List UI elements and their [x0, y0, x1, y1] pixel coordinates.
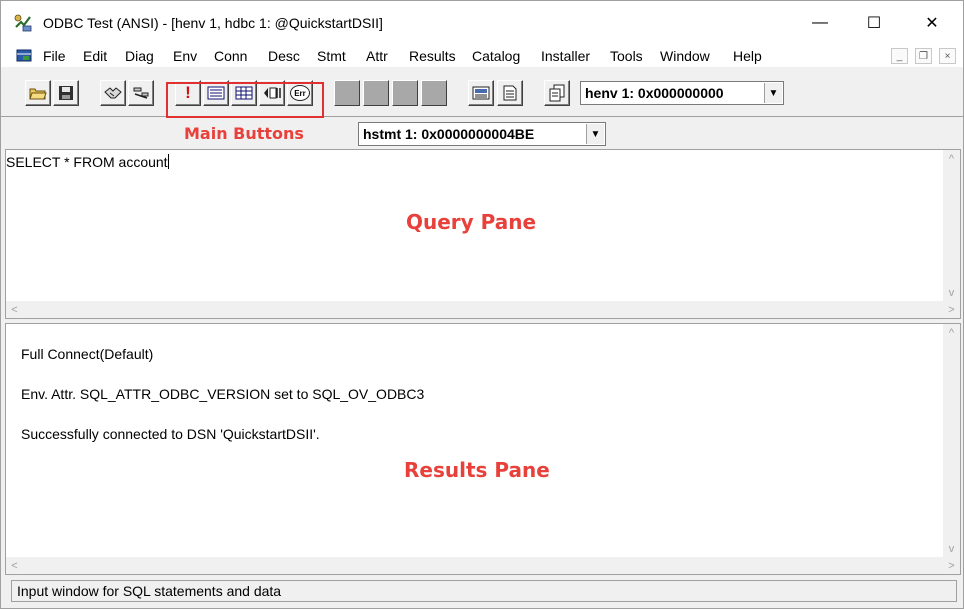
maximize-button[interactable]: ☐ [847, 1, 901, 45]
disabled-tool-button-2[interactable] [363, 80, 389, 106]
mdi-close-button[interactable]: × [939, 48, 956, 64]
select-handle-button[interactable] [544, 80, 570, 106]
menu-window[interactable]: Window [660, 48, 710, 64]
mdi-minimize-button[interactable]: _ [891, 48, 908, 64]
menu-results[interactable]: Results [409, 48, 456, 64]
save-file-button[interactable] [53, 80, 79, 106]
monitor-list-icon [472, 86, 490, 100]
disconnect-button[interactable] [128, 80, 154, 106]
chevron-down-icon: ▼ [590, 128, 601, 140]
mdi-restore-icon: ❐ [919, 50, 928, 62]
menu-stmt[interactable]: Stmt [317, 48, 346, 64]
menu-attr[interactable]: Attr [366, 48, 388, 64]
scroll-up-icon[interactable]: ^ [943, 324, 960, 341]
scroll-up-icon[interactable]: ^ [943, 150, 960, 167]
disconnect-icon [133, 87, 149, 99]
mdi-close-icon: × [944, 50, 951, 62]
disabled-tool-button-4[interactable] [421, 80, 447, 106]
query-text: SELECT * FROM account [6, 154, 168, 170]
disabled-tool-button-1[interactable] [334, 80, 360, 106]
scroll-down-icon[interactable]: v [943, 284, 960, 301]
hstmt-combo-value: hstmt 1: 0x0000000004BE [363, 126, 535, 142]
henv-combo[interactable]: henv 1: 0x000000000 ▼ [580, 81, 784, 105]
main-buttons-label: Main Buttons [184, 124, 304, 143]
scroll-down-icon[interactable]: v [943, 540, 960, 557]
mdi-minimize-icon: _ [896, 50, 903, 62]
data-sources-button[interactable] [468, 80, 494, 106]
window-title: ODBC Test (ANSI) - [henv 1, hdbc 1: @Qui… [43, 15, 383, 31]
result-line: Env. Attr. SQL_ATTR_ODBC_VERSION set to … [21, 386, 425, 402]
stacked-docs-icon [549, 84, 565, 102]
results-pane[interactable]: Full Connect(Default) Env. Attr. SQL_ATT… [5, 323, 961, 575]
maximize-icon: ☐ [866, 15, 882, 32]
odbc-test-window: ODBC Test (ANSI) - [henv 1, hdbc 1: @Qui… [0, 0, 964, 609]
disabled-tool-button-3[interactable] [392, 80, 418, 106]
scroll-right-icon[interactable]: > [943, 557, 960, 574]
menu-catalog[interactable]: Catalog [472, 48, 520, 64]
scroll-left-icon[interactable]: < [6, 557, 23, 574]
query-pane-label: Query Pane [406, 210, 537, 234]
henv-combo-value: henv 1: 0x000000000 [585, 85, 724, 101]
hstmt-combo-dropdown[interactable]: ▼ [586, 124, 604, 144]
scroll-left-icon[interactable]: < [6, 301, 23, 318]
functions-button[interactable] [497, 80, 523, 106]
menu-desc[interactable]: Desc [268, 48, 300, 64]
menu-installer[interactable]: Installer [541, 48, 590, 64]
odbc-app-icon [14, 14, 32, 32]
title-bar: ODBC Test (ANSI) - [henv 1, hdbc 1: @Qui… [1, 1, 963, 45]
hstmt-combo[interactable]: hstmt 1: 0x0000000004BE ▼ [358, 122, 606, 146]
menu-file[interactable]: File [43, 48, 66, 64]
query-pane[interactable]: SELECT * FROM account ^ v < > [5, 149, 961, 319]
query-horizontal-scrollbar[interactable]: < > [6, 301, 960, 318]
henv-combo-dropdown[interactable]: ▼ [764, 83, 782, 103]
query-input[interactable]: SELECT * FROM account [6, 154, 169, 170]
menu-env[interactable]: Env [173, 48, 197, 64]
results-pane-label: Results Pane [404, 458, 550, 482]
query-vertical-scrollbar[interactable]: ^ v [943, 150, 960, 301]
status-bar: Input window for SQL statements and data [11, 580, 957, 602]
mdi-restore-button[interactable]: ❐ [915, 48, 932, 64]
chevron-down-icon: ▼ [768, 87, 779, 99]
results-horizontal-scrollbar[interactable]: < > [6, 557, 960, 574]
close-button[interactable]: ✕ [905, 1, 959, 45]
menu-edit[interactable]: Edit [83, 48, 107, 64]
open-file-button[interactable] [25, 80, 51, 106]
menu-conn[interactable]: Conn [214, 48, 247, 64]
full-connect-button[interactable] [100, 80, 126, 106]
status-text: Input window for SQL statements and data [17, 583, 282, 599]
menu-help[interactable]: Help [733, 48, 762, 64]
menu-bar: File Edit Diag Env Conn Desc Stmt Attr R… [1, 45, 963, 67]
menu-tools[interactable]: Tools [610, 48, 643, 64]
scroll-right-icon[interactable]: > [943, 301, 960, 318]
handshake-icon [104, 87, 122, 99]
floppy-disk-icon [59, 86, 73, 100]
statement-handle-row: hstmt 1: 0x0000000004BE ▼ [1, 118, 963, 149]
result-line: Full Connect(Default) [21, 346, 154, 362]
main-buttons-highlight [166, 82, 324, 118]
text-caret [167, 154, 169, 169]
close-icon: ✕ [925, 15, 939, 32]
toolbar: ! Err henv 1: 0x000000000 ▼ [1, 69, 963, 117]
open-folder-icon [29, 88, 47, 100]
mdi-child-icon[interactable] [15, 48, 35, 64]
results-vertical-scrollbar[interactable]: ^ v [943, 324, 960, 557]
menu-diag[interactable]: Diag [125, 48, 154, 64]
minimize-icon: — [812, 14, 828, 31]
minimize-button[interactable]: — [793, 1, 847, 45]
document-icon [503, 85, 517, 101]
result-line: Successfully connected to DSN 'Quickstar… [21, 426, 320, 442]
